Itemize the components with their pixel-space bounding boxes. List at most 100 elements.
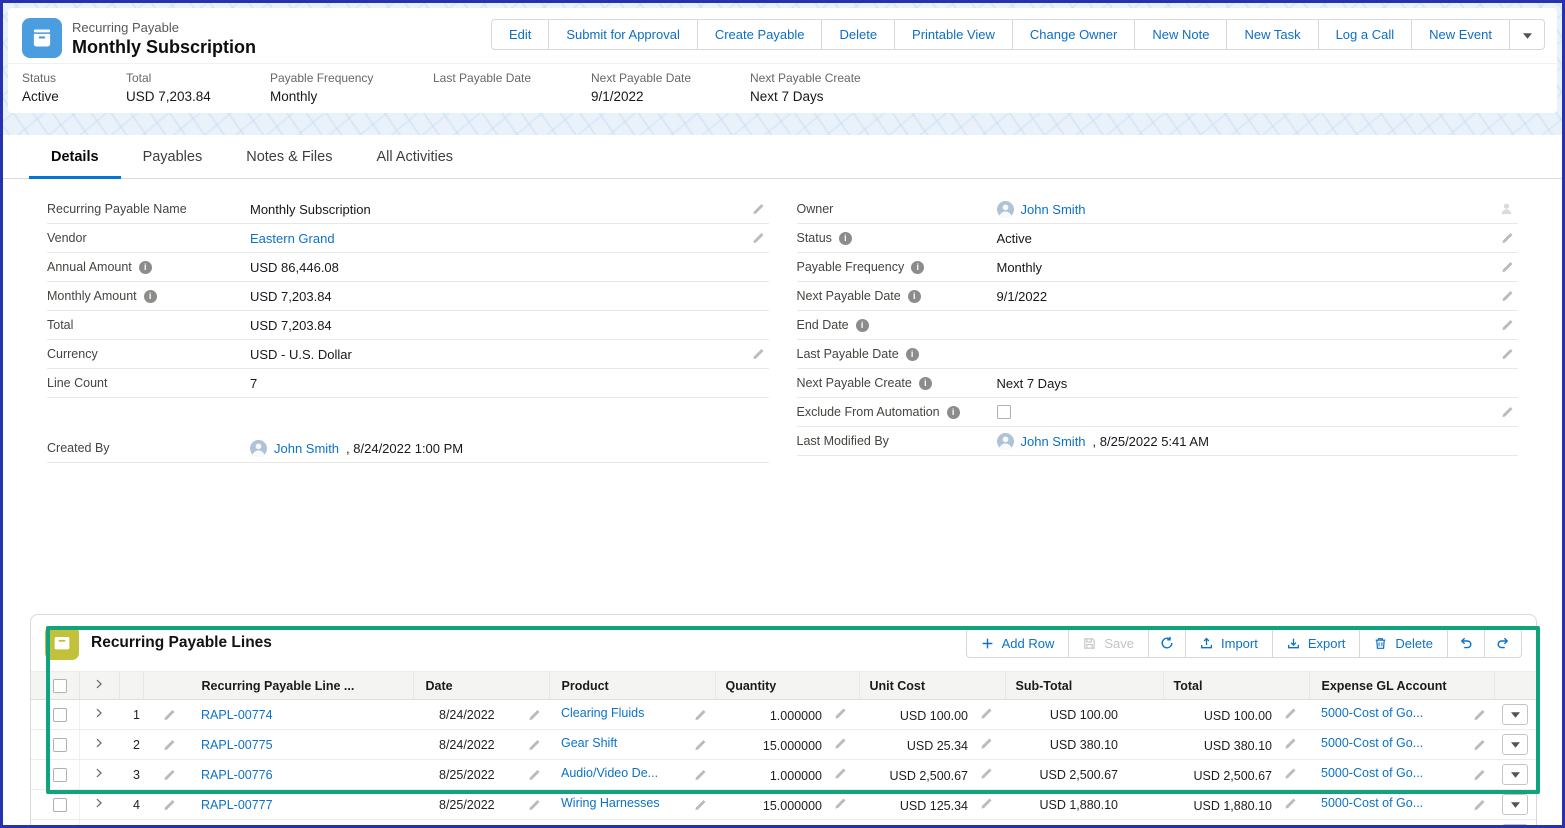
field-label-text: Total bbox=[47, 318, 73, 332]
delete-button[interactable]: Delete bbox=[821, 19, 895, 50]
pencil-icon[interactable] bbox=[694, 798, 707, 811]
pencil-icon[interactable] bbox=[834, 707, 847, 720]
line-name-link[interactable]: RAPL-00775 bbox=[201, 738, 273, 752]
save-button[interactable]: Save bbox=[1068, 628, 1149, 658]
pencil-icon[interactable] bbox=[1501, 290, 1514, 303]
pencil-icon[interactable] bbox=[980, 707, 993, 720]
product-link[interactable]: Gear Shift bbox=[561, 736, 617, 750]
product-link[interactable]: Wiring Harnesses bbox=[561, 796, 660, 810]
change-owner-button[interactable]: Change Owner bbox=[1012, 19, 1135, 50]
row-checkbox[interactable] bbox=[53, 708, 67, 722]
dropdown-icon bbox=[1523, 33, 1532, 39]
total-cell: USD 2,500.67 bbox=[1163, 760, 1309, 790]
chevron-right-icon[interactable] bbox=[93, 797, 105, 809]
refresh-button[interactable] bbox=[1148, 628, 1186, 658]
pencil-icon[interactable] bbox=[1284, 767, 1297, 780]
chevron-right-icon[interactable] bbox=[93, 767, 105, 779]
pencil-icon[interactable] bbox=[694, 768, 707, 781]
user-link[interactable]: John Smith bbox=[1021, 202, 1086, 217]
tab-notes-files[interactable]: Notes & Files bbox=[224, 135, 354, 179]
gl-account-link[interactable]: 5000-Cost of Go... bbox=[1321, 736, 1423, 750]
line-name-link[interactable]: RAPL-00776 bbox=[201, 768, 273, 782]
pencil-icon[interactable] bbox=[1501, 406, 1514, 419]
row-checkbox[interactable] bbox=[53, 798, 67, 812]
pencil-icon[interactable] bbox=[1501, 348, 1514, 361]
pencil-icon[interactable] bbox=[163, 798, 176, 811]
new-note-button[interactable]: New Note bbox=[1134, 19, 1227, 50]
pencil-icon[interactable] bbox=[1473, 738, 1486, 751]
gl-account-link[interactable]: 5000-Cost of Go... bbox=[1321, 766, 1423, 780]
export-button[interactable]: Export bbox=[1272, 628, 1361, 658]
pencil-icon[interactable] bbox=[752, 203, 765, 216]
user-link[interactable]: John Smith bbox=[274, 441, 339, 456]
chevron-right-icon[interactable] bbox=[93, 737, 105, 749]
pencil-icon[interactable] bbox=[694, 708, 707, 721]
product-link[interactable]: Audio/Video De... bbox=[561, 766, 658, 780]
gl-account-link[interactable]: 5000-Cost of Go... bbox=[1321, 796, 1423, 810]
pencil-icon[interactable] bbox=[1284, 707, 1297, 720]
submit-for-approval-button[interactable]: Submit for Approval bbox=[548, 19, 697, 50]
printable-view-button[interactable]: Printable View bbox=[894, 19, 1013, 50]
expand-all-chevron[interactable] bbox=[79, 672, 119, 700]
pencil-icon[interactable] bbox=[528, 738, 541, 751]
row-checkbox[interactable] bbox=[53, 768, 67, 782]
pencil-icon[interactable] bbox=[163, 708, 176, 721]
pencil-icon[interactable] bbox=[1284, 737, 1297, 750]
pencil-icon[interactable] bbox=[834, 797, 847, 810]
pencil-icon[interactable] bbox=[528, 768, 541, 781]
create-payable-button[interactable]: Create Payable bbox=[697, 19, 823, 50]
new-task-button[interactable]: New Task bbox=[1226, 19, 1318, 50]
select-all-checkbox[interactable] bbox=[31, 672, 79, 700]
field-value: USD - U.S. Dollar bbox=[250, 346, 769, 362]
log-a-call-button[interactable]: Log a Call bbox=[1318, 19, 1413, 50]
tab-payables[interactable]: Payables bbox=[121, 135, 225, 179]
pencil-icon[interactable] bbox=[163, 738, 176, 751]
pencil-icon[interactable] bbox=[1501, 319, 1514, 332]
pencil-icon[interactable] bbox=[528, 798, 541, 811]
row-checkbox[interactable] bbox=[53, 738, 67, 752]
field-value-link[interactable]: Eastern Grand bbox=[250, 231, 335, 246]
checkbox[interactable] bbox=[53, 679, 67, 693]
new-event-button[interactable]: New Event bbox=[1411, 19, 1510, 50]
pencil-icon[interactable] bbox=[1501, 232, 1514, 245]
import-button[interactable]: Import bbox=[1185, 628, 1273, 658]
field-value: Monthly Subscription bbox=[250, 201, 769, 217]
redo-button[interactable] bbox=[1484, 628, 1522, 658]
pencil-icon[interactable] bbox=[694, 738, 707, 751]
pencil-icon[interactable] bbox=[834, 767, 847, 780]
add-row-button[interactable]: Add Row bbox=[966, 628, 1070, 658]
pencil-icon[interactable] bbox=[980, 767, 993, 780]
field-label: End Datei bbox=[797, 318, 997, 332]
product-link[interactable]: Clearing Fluids bbox=[561, 706, 644, 720]
row-actions-button[interactable] bbox=[1502, 794, 1528, 815]
pencil-icon[interactable] bbox=[1473, 798, 1486, 811]
user-link[interactable]: John Smith bbox=[1021, 434, 1086, 449]
pencil-icon[interactable] bbox=[163, 768, 176, 781]
line-name-link[interactable]: RAPL-00774 bbox=[201, 708, 273, 722]
tab-all-activities[interactable]: All Activities bbox=[354, 135, 475, 179]
pencil-icon[interactable] bbox=[1501, 261, 1514, 274]
tab-details[interactable]: Details bbox=[29, 135, 121, 179]
pencil-icon[interactable] bbox=[752, 348, 765, 361]
exclude-automation-checkbox[interactable] bbox=[997, 405, 1011, 419]
pencil-icon[interactable] bbox=[1284, 797, 1297, 810]
pencil-icon[interactable] bbox=[528, 708, 541, 721]
row-actions-button[interactable] bbox=[1502, 734, 1528, 755]
more-actions-dropdown[interactable] bbox=[1509, 19, 1545, 50]
line-name-link[interactable]: RAPL-00777 bbox=[201, 798, 273, 812]
pencil-icon[interactable] bbox=[980, 797, 993, 810]
pencil-icon[interactable] bbox=[1473, 708, 1486, 721]
chevron-right-icon[interactable] bbox=[93, 707, 105, 719]
edit-button[interactable]: Edit bbox=[491, 19, 549, 50]
pencil-icon[interactable] bbox=[980, 737, 993, 750]
row-actions-button[interactable] bbox=[1502, 824, 1528, 828]
row-actions-button[interactable] bbox=[1502, 704, 1528, 725]
pencil-icon[interactable] bbox=[834, 737, 847, 750]
pencil-icon[interactable] bbox=[1473, 768, 1486, 781]
row-actions-button[interactable] bbox=[1502, 764, 1528, 785]
delete-button[interactable]: Delete bbox=[1359, 628, 1448, 658]
gl-account-link[interactable]: 5000-Cost of Go... bbox=[1321, 706, 1423, 720]
undo-button[interactable] bbox=[1447, 628, 1485, 658]
pencil-icon[interactable] bbox=[752, 232, 765, 245]
change-owner-icon[interactable] bbox=[1499, 202, 1514, 217]
